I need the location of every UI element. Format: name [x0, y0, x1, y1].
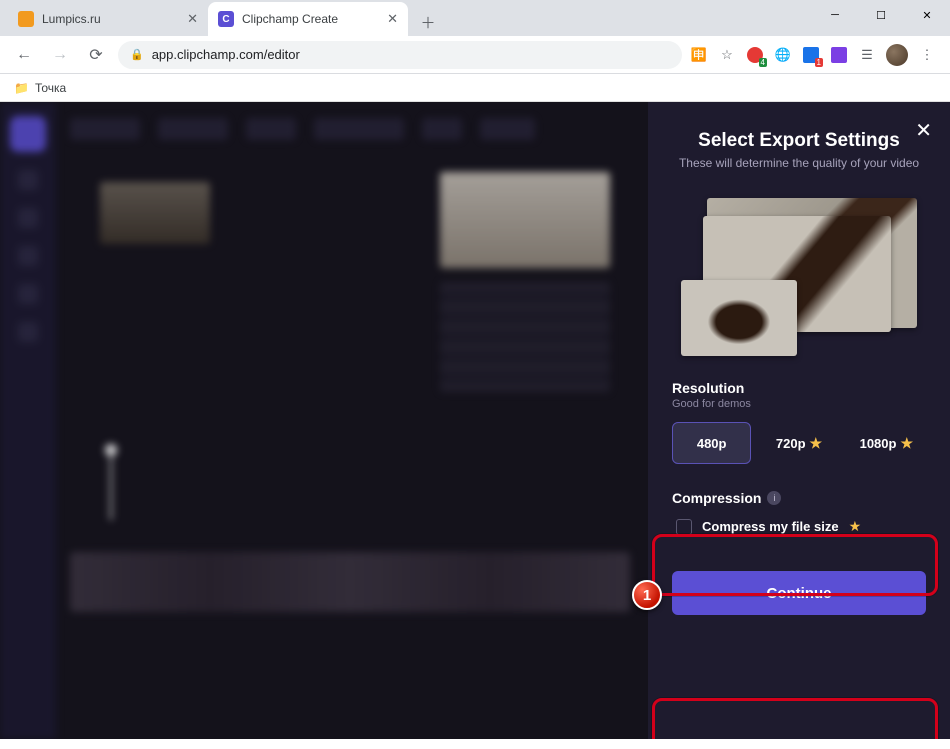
option-label: 1080p: [860, 436, 897, 451]
resolution-options: 480p 720p ★ 1080p ★: [672, 422, 926, 464]
browser-toolbar: ← → ⟳ 🔒 app.clipchamp.com/editor 🈸 ☆ 4 🌐…: [0, 36, 950, 74]
bookmark-item[interactable]: Точка: [35, 81, 66, 95]
app-viewport: ✕ Select Export Settings These will dete…: [0, 102, 950, 739]
resolution-hint: Good for demos: [672, 398, 926, 410]
extension-icon[interactable]: [830, 46, 848, 64]
menu-button[interactable]: ⋮: [918, 46, 936, 64]
resolution-preview-stack: [681, 198, 917, 356]
tab-strip: Lumpics.ru ✕ C Clipchamp Create ✕ ＋: [0, 0, 950, 36]
translate-icon[interactable]: 🈸: [690, 46, 708, 64]
url-text: app.clipchamp.com/editor: [152, 47, 300, 62]
info-icon[interactable]: i: [767, 491, 781, 505]
profile-avatar[interactable]: [886, 44, 908, 66]
premium-star-icon: ★: [810, 435, 823, 452]
window-close-button[interactable]: ✕: [904, 0, 950, 30]
compress-checkbox[interactable]: [676, 519, 692, 535]
browser-tab-lumpics[interactable]: Lumpics.ru ✕: [8, 2, 208, 36]
lock-icon: 🔒: [130, 48, 144, 61]
panel-subtitle: These will determine the quality of your…: [672, 156, 926, 170]
back-button[interactable]: ←: [10, 41, 38, 69]
extension-globe-icon[interactable]: 🌐: [774, 46, 792, 64]
compress-checkbox-label: Compress my file size: [702, 519, 839, 534]
premium-star-icon: ★: [900, 435, 913, 452]
panel-title: Select Export Settings: [672, 130, 926, 152]
favicon-icon: C: [218, 11, 234, 27]
reading-list-icon[interactable]: ☰: [858, 46, 876, 64]
resolution-label: Resolution: [672, 380, 926, 396]
close-panel-button[interactable]: ✕: [915, 118, 932, 143]
close-icon[interactable]: ✕: [387, 11, 398, 27]
continue-button[interactable]: Continue: [672, 571, 926, 615]
close-icon[interactable]: ✕: [187, 11, 198, 27]
browser-tab-clipchamp[interactable]: C Clipchamp Create ✕: [208, 2, 408, 36]
resolution-option-720p[interactable]: 720p ★: [759, 422, 838, 464]
resolution-option-1080p[interactable]: 1080p ★: [847, 422, 926, 464]
favicon-icon: [18, 11, 34, 27]
extension-icon[interactable]: 1: [802, 46, 820, 64]
preview-card-small: [681, 280, 797, 356]
compression-label: Compression: [672, 490, 761, 506]
forward-button[interactable]: →: [46, 41, 74, 69]
resolution-option-480p[interactable]: 480p: [672, 422, 751, 464]
annotation-badge-1: 1: [632, 580, 662, 610]
tab-title: Clipchamp Create: [242, 12, 338, 26]
premium-star-icon: ★: [849, 518, 862, 535]
address-bar[interactable]: 🔒 app.clipchamp.com/editor: [118, 41, 682, 69]
option-label: 480p: [697, 436, 727, 451]
export-settings-panel: ✕ Select Export Settings These will dete…: [648, 102, 950, 739]
option-label: 720p: [776, 436, 806, 451]
new-tab-button[interactable]: ＋: [414, 8, 442, 36]
reload-button[interactable]: ⟳: [82, 41, 110, 69]
window-minimize-button[interactable]: ─: [812, 0, 858, 30]
folder-icon: 📁: [14, 81, 29, 95]
window-maximize-button[interactable]: ☐: [858, 0, 904, 30]
extension-icon[interactable]: 4: [746, 46, 764, 64]
bookmarks-bar: 📁 Точка: [0, 74, 950, 102]
bookmark-star-icon[interactable]: ☆: [718, 46, 736, 64]
tab-title: Lumpics.ru: [42, 12, 101, 26]
